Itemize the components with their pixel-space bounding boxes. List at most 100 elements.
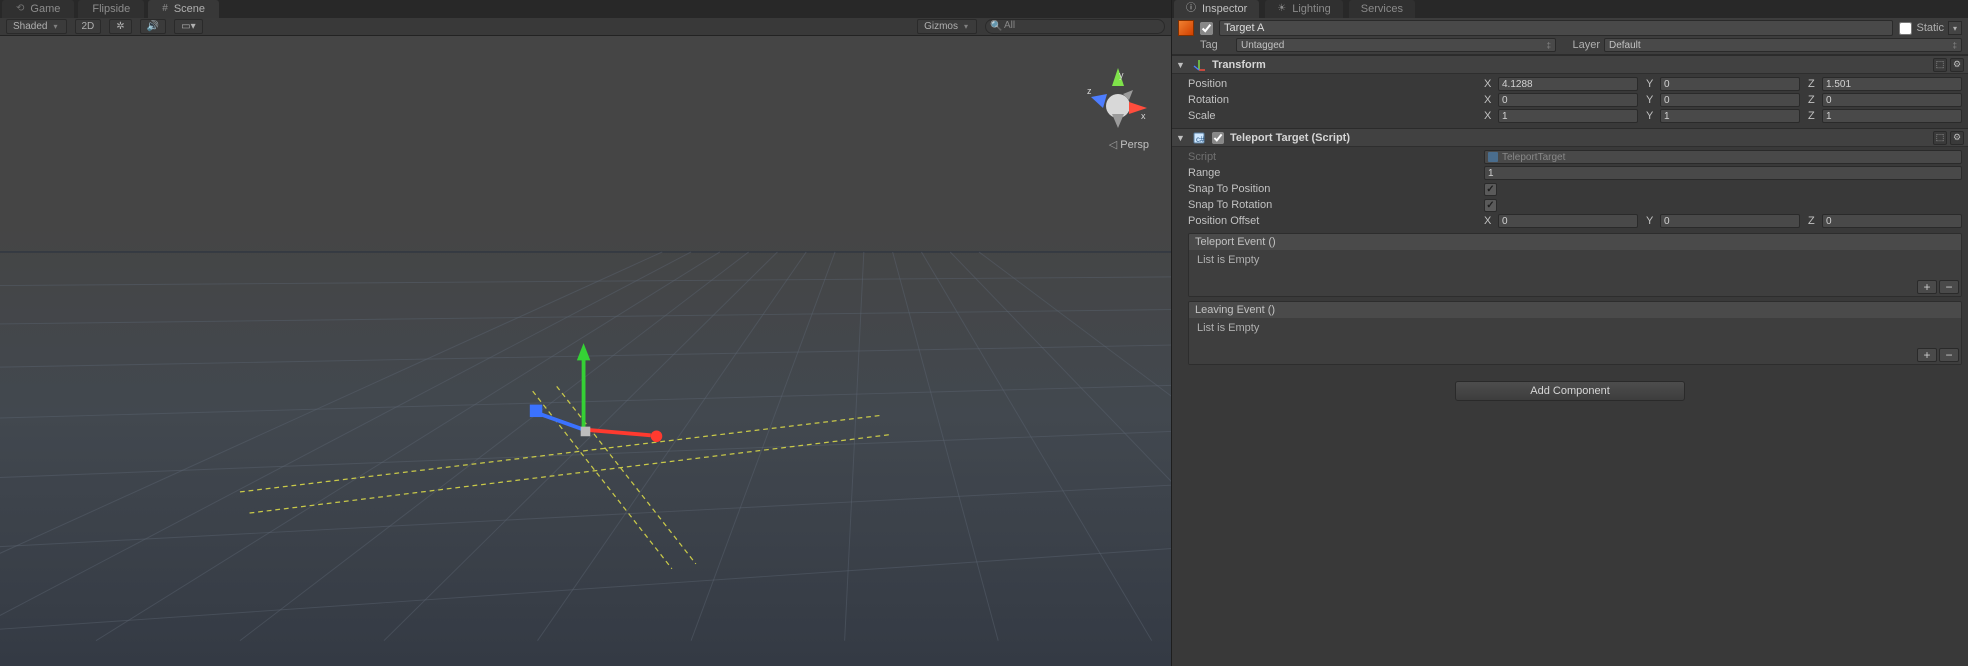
- static-label: Static: [1916, 22, 1944, 34]
- fx-toggle[interactable]: ▭▾: [174, 19, 202, 34]
- scene-panel: ⟲ Game Flipside # Scene Shaded ▾ 2D ✲ 🔊 …: [0, 0, 1171, 666]
- component-menu-button[interactable]: ⚙: [1950, 58, 1964, 72]
- gameobject-header: Static ▾ Tag Untagged ‡ Layer Default ‡: [1172, 18, 1968, 55]
- svg-text:x: x: [1141, 111, 1146, 121]
- mode-2d-toggle[interactable]: 2D: [75, 19, 102, 34]
- tab-scene[interactable]: # Scene: [148, 0, 219, 18]
- snap-position-checkbox[interactable]: [1484, 183, 1497, 196]
- tab-flipside[interactable]: Flipside: [78, 0, 144, 18]
- scene-viewport[interactable]: y x z ◁ Persp: [0, 36, 1171, 666]
- scale-label: Scale: [1188, 110, 1478, 122]
- gameobject-enabled-checkbox[interactable]: [1200, 22, 1213, 35]
- orientation-gizmo[interactable]: y x z: [1083, 64, 1153, 134]
- tag-value: Untagged: [1241, 40, 1284, 51]
- inspector-body: Static ▾ Tag Untagged ‡ Layer Default ‡: [1172, 18, 1968, 666]
- inspector-tabbar: ⓘ Inspector ☀ Lighting Services: [1172, 0, 1968, 18]
- rotation-z-input[interactable]: [1822, 93, 1962, 107]
- leaving-event-block: Leaving Event () List is Empty + −: [1188, 301, 1962, 365]
- teleport-header[interactable]: ▼ c# Teleport Target (Script) ⬚ ⚙: [1172, 129, 1968, 147]
- shading-dropdown[interactable]: Shaded ▾: [6, 19, 67, 34]
- position-z-input[interactable]: [1822, 77, 1962, 91]
- component-transform: ▼ Transform ⬚ ⚙ Position X: [1172, 55, 1968, 128]
- add-component-button[interactable]: Add Component: [1455, 381, 1685, 401]
- offset-y-input[interactable]: [1660, 214, 1800, 228]
- tab-inspector[interactable]: ⓘ Inspector: [1174, 0, 1259, 18]
- rotation-y-input[interactable]: [1660, 93, 1800, 107]
- scene-tabbar: ⟲ Game Flipside # Scene: [0, 0, 1171, 18]
- layer-value: Default: [1609, 40, 1641, 51]
- foldout-icon: ▼: [1176, 60, 1186, 70]
- chevron-down-icon: ‡: [1953, 41, 1957, 50]
- offset-z-input[interactable]: [1822, 214, 1962, 228]
- sun-icon: ☀: [1277, 0, 1286, 18]
- scene-toolbar: Shaded ▾ 2D ✲ 🔊 ▭▾ Gizmos ▾ 🔍 All: [0, 18, 1171, 36]
- gizmos-label: Gizmos: [924, 21, 958, 32]
- position-x-input[interactable]: [1498, 77, 1638, 91]
- range-label: Range: [1188, 167, 1478, 179]
- game-icon: ⟲: [16, 0, 24, 18]
- info-icon: ⓘ: [1186, 0, 1196, 18]
- lighting-toggle[interactable]: ✲: [109, 19, 131, 34]
- teleport-event-remove-button[interactable]: −: [1939, 280, 1959, 294]
- chevron-down-icon: ‡: [1547, 41, 1551, 50]
- scale-z-input[interactable]: [1822, 109, 1962, 123]
- transform-icon: [1192, 58, 1206, 72]
- rotation-x-input[interactable]: [1498, 93, 1638, 107]
- gameobject-icon[interactable]: [1178, 20, 1194, 36]
- tab-services-label: Services: [1361, 0, 1403, 18]
- script-value: TeleportTarget: [1502, 152, 1565, 163]
- offset-x-input[interactable]: [1498, 214, 1638, 228]
- inspector-panel: ⓘ Inspector ☀ Lighting Services: [1171, 0, 1968, 666]
- position-offset-label: Position Offset: [1188, 215, 1478, 227]
- scale-x-input[interactable]: [1498, 109, 1638, 123]
- add-component-label: Add Component: [1530, 385, 1610, 397]
- chevron-down-icon: ▾: [964, 22, 968, 31]
- teleport-title: Teleport Target (Script): [1230, 132, 1927, 144]
- svg-text:c#: c#: [1196, 135, 1205, 144]
- snap-rotation-checkbox[interactable]: [1484, 199, 1497, 212]
- tab-game[interactable]: ⟲ Game: [2, 0, 74, 18]
- leaving-event-add-button[interactable]: +: [1917, 348, 1937, 362]
- tab-services[interactable]: Services: [1349, 0, 1415, 18]
- svg-text:z: z: [1087, 86, 1092, 96]
- transform-header[interactable]: ▼ Transform ⬚ ⚙: [1172, 56, 1968, 74]
- tab-game-label: Game: [30, 0, 60, 18]
- snap-position-label: Snap To Position: [1188, 183, 1478, 195]
- component-help-button[interactable]: ⬚: [1933, 131, 1947, 145]
- svg-text:y: y: [1119, 70, 1124, 80]
- transform-title: Transform: [1212, 59, 1927, 71]
- audio-toggle[interactable]: 🔊: [140, 19, 166, 34]
- teleport-enabled-checkbox[interactable]: [1212, 132, 1224, 144]
- component-help-button[interactable]: ⬚: [1933, 58, 1947, 72]
- teleport-event-block: Teleport Event () List is Empty + −: [1188, 233, 1962, 297]
- shading-label: Shaded: [13, 21, 47, 32]
- tag-label: Tag: [1200, 39, 1232, 51]
- layer-dropdown[interactable]: Default ‡: [1604, 38, 1962, 52]
- scene-search-placeholder: All: [1004, 20, 1015, 31]
- foldout-icon: ▼: [1176, 133, 1186, 143]
- range-input[interactable]: [1484, 166, 1962, 180]
- teleport-event-empty: List is Empty: [1189, 250, 1961, 280]
- gizmos-dropdown[interactable]: Gizmos ▾: [917, 19, 977, 34]
- component-menu-button[interactable]: ⚙: [1950, 131, 1964, 145]
- scene-search-input[interactable]: 🔍 All: [985, 19, 1165, 34]
- tab-lighting[interactable]: ☀ Lighting: [1265, 0, 1343, 18]
- search-icon: 🔍: [990, 21, 1002, 32]
- tab-inspector-label: Inspector: [1202, 0, 1247, 18]
- snap-rotation-label: Snap To Rotation: [1188, 199, 1478, 211]
- tag-dropdown[interactable]: Untagged ‡: [1236, 38, 1556, 52]
- position-label: Position: [1188, 78, 1478, 90]
- teleport-event-title: Teleport Event (): [1189, 234, 1961, 250]
- script-label: Script: [1188, 151, 1478, 163]
- leaving-event-remove-button[interactable]: −: [1939, 348, 1959, 362]
- position-y-input[interactable]: [1660, 77, 1800, 91]
- teleport-event-add-button[interactable]: +: [1917, 280, 1937, 294]
- chevron-down-icon: ▾: [53, 22, 57, 31]
- static-dropdown[interactable]: ▾: [1948, 21, 1962, 35]
- tab-flipside-label: Flipside: [92, 0, 130, 18]
- static-checkbox[interactable]: [1899, 22, 1912, 35]
- gameobject-name-input[interactable]: [1219, 20, 1893, 36]
- scale-y-input[interactable]: [1660, 109, 1800, 123]
- projection-label[interactable]: ◁ Persp: [1109, 138, 1149, 151]
- script-field: TeleportTarget: [1484, 150, 1962, 164]
